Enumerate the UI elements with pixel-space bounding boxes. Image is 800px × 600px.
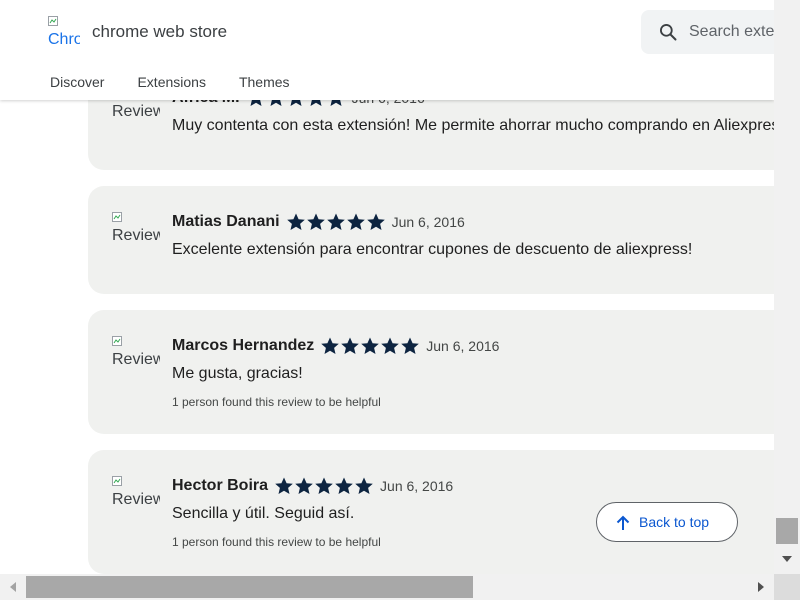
broken-image-icon [112,336,122,346]
vertical-scrollbar[interactable] [774,0,800,574]
review-text: Me gusta, gracias! [172,365,303,382]
review-text: Muy contenta con esta extensión! Me perm… [172,117,788,134]
review-text: Sencilla y útil. Seguid así. [172,505,355,522]
star-icon [366,213,385,230]
reviewer-avatar: Review [112,476,160,524]
star-icon [335,477,353,494]
star-rating [320,336,420,356]
star-rating [274,476,374,496]
star-icon [306,213,325,230]
star-icon [321,337,340,354]
star-icon [315,477,333,494]
avatar-alt-text: Review [112,103,160,120]
helpful-count: 1 person found this review to be helpful [172,395,381,409]
review-date: Jun 6, 2016 [380,478,454,494]
horizontal-scrollbar[interactable] [0,574,774,600]
review-author: Marcos Hernandez [172,337,315,354]
review-meta: Hector Boira Jun 6, 2016 [172,476,453,496]
search-icon[interactable] [658,22,678,42]
vertical-scroll-thumb[interactable] [776,518,798,544]
star-icon [355,477,373,494]
scroll-right-arrow-icon[interactable] [755,581,767,593]
review-author: Matias Danani [172,213,280,230]
star-icon [361,337,380,354]
arrow-up-icon [616,515,630,530]
review-meta: Marcos Hernandez Jun 6, 2016 [172,336,499,356]
broken-image-icon [112,476,122,486]
star-icon [275,477,293,494]
main-nav: Discover Extensions Themes [50,74,290,90]
scroll-down-arrow-icon[interactable] [781,553,793,565]
star-icon [286,213,305,230]
broken-image-icon [112,212,122,222]
star-icon [381,337,400,354]
avatar-alt-text: Review [112,491,160,508]
star-icon [341,337,360,354]
back-to-top-label: Back to top [639,514,710,530]
review-card: Review Marcos Hernandez Jun 6, 2016 Me g… [88,310,788,434]
nav-extensions[interactable]: Extensions [137,74,205,90]
avatar-alt-text: Review [112,227,160,244]
helpful-count: 1 person found this review to be helpful [172,535,381,549]
star-rating [286,212,386,232]
nav-themes[interactable]: Themes [239,74,290,90]
chrome-logo[interactable]: Chrome [48,16,80,48]
review-meta: Matias Danani Jun 6, 2016 [172,212,465,232]
reviewer-avatar: Review [112,336,160,384]
review-date: Jun 6, 2016 [426,338,500,354]
store-title[interactable]: chrome web store [92,22,227,42]
review-author: Hector Boira [172,477,269,494]
horizontal-scroll-thumb[interactable] [26,576,473,598]
broken-image-icon [48,16,58,26]
logo-alt-text: Chrome [48,31,80,48]
star-icon [326,213,345,230]
avatar-alt-text: Review [112,351,160,368]
star-icon [346,213,365,230]
back-to-top-button[interactable]: Back to top [596,502,738,542]
scroll-left-arrow-icon[interactable] [7,581,19,593]
scrollbar-corner [774,574,800,600]
nav-discover[interactable]: Discover [50,74,104,90]
star-icon [295,477,313,494]
reviewer-avatar: Review [112,212,160,260]
review-date: Jun 6, 2016 [391,214,465,230]
review-card: Review Matias Danani Jun 6, 2016 Excelen… [88,186,788,294]
site-header: Chrome chrome web store Discover Extensi… [0,0,800,100]
review-text: Excelente extensión para encontrar cupon… [172,241,693,258]
star-icon [401,337,420,354]
